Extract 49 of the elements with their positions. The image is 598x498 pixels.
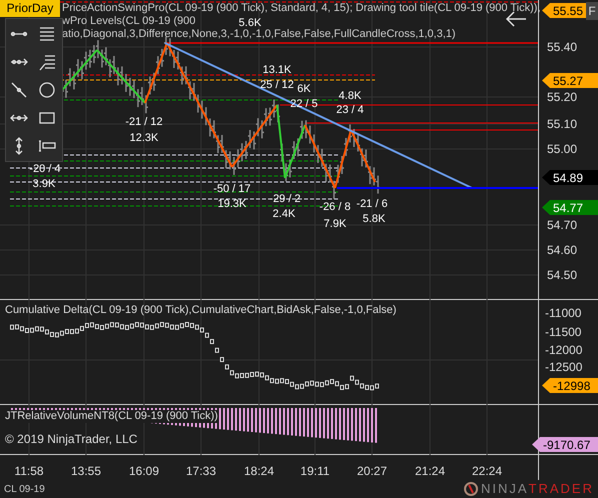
price-badge: 55.27 (542, 73, 598, 88)
volume-legend: JTRelativeVolumeNT8(CL 09-19 (900 Tick)) (5, 410, 218, 423)
swing-label: 2.4K (272, 208, 296, 221)
swing-label: 13.1K (262, 64, 292, 77)
swing-label: 7.9K (324, 218, 346, 231)
copyright-text: © 2019 NinjaTrader, LLC (5, 431, 138, 448)
swing-label: 5.6K (238, 17, 262, 29)
swing-label: 4.8K (338, 90, 362, 103)
time-label: 18:24 (244, 463, 274, 480)
swing-label: 23 / 4 (336, 104, 364, 117)
price-tick-label: 54.50 (547, 267, 578, 284)
swing-label: 25 / 12 (260, 79, 294, 92)
price-badge: 54.89 (542, 170, 598, 185)
delta-tick-label: -11000 (545, 305, 582, 322)
f-button[interactable]: F (586, 2, 598, 20)
price-tick-label: 55.00 (547, 141, 578, 158)
time-label: 19:11 (300, 463, 330, 480)
delta-tick-label: -12000 (545, 342, 582, 359)
swing-label: 6K (297, 83, 311, 96)
prior-day-button[interactable]: PriorDay (0, 0, 60, 17)
price-tick-label: 54.60 (547, 242, 578, 259)
swing-label: 19.3K (218, 198, 246, 211)
swing-label: -21 / 12 (125, 116, 163, 129)
indicator-legend: atio,Diagonal,3,Difference,None,3,-1,0,-1,0,False,False,FullCandleCross,1,0,3,1) (62, 28, 456, 41)
delta-tick-label: -11500 (545, 324, 582, 341)
price-badge: -9170.67 (532, 437, 598, 452)
swing-label: -50 / 17 (213, 183, 251, 196)
delta-tick-label: -12500 (545, 359, 582, 376)
price-tick-label: 54.70 (547, 217, 578, 234)
indicator-legend: wPro Levels(CL 09-19 (900 (62, 15, 196, 28)
ninjatrader-logo: NINJATRADER (464, 479, 594, 498)
time-label: 16:09 (128, 463, 160, 480)
time-label: 20:27 (356, 463, 388, 480)
time-label: 11:58 (14, 463, 44, 480)
time-label: 22:24 (472, 463, 502, 480)
price-tick-label: 55.10 (547, 116, 578, 133)
swing-label: 5.8K (362, 213, 386, 226)
time-label: 17:33 (186, 463, 216, 480)
swing-label: -26 / 8 (319, 201, 351, 214)
swing-label: -21 / 6 (356, 198, 388, 211)
delta-legend: Cumulative Delta(CL 09-19 (900 Tick),CumulativeChart,BidAsk,False,-1,0,False) (5, 304, 396, 317)
swing-label: 12.3K (130, 132, 158, 145)
time-label: 21:24 (414, 463, 446, 480)
instrument-label: CL 09-19 (4, 482, 45, 496)
price-tick-label: 55.20 (547, 89, 578, 106)
time-label: 13:55 (70, 463, 102, 480)
price-badge: -12998 (542, 378, 598, 393)
price-badge: 54.77 (542, 200, 598, 215)
price-tick-label: 55.40 (547, 39, 578, 56)
